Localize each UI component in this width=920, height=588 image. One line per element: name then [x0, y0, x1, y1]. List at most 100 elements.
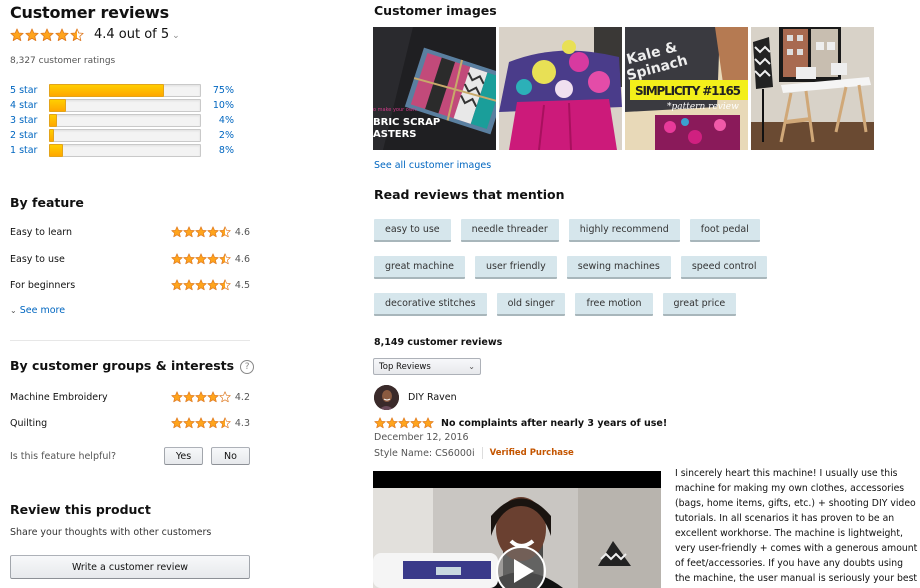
reviewer-name[interactable]: DIY Raven — [408, 392, 457, 403]
mention-chip[interactable]: foot pedal — [689, 219, 760, 242]
see-all-images-link[interactable]: See all customer images — [374, 160, 491, 171]
histogram-percent[interactable]: 75% — [201, 85, 234, 96]
histogram-percent[interactable]: 2% — [201, 130, 234, 141]
feature-helpful-prompt: Is this feature helpful? Yes No — [10, 447, 250, 465]
star-icon — [398, 417, 410, 429]
mention-chip[interactable]: easy to use — [374, 219, 451, 242]
write-review-button[interactable]: Write a customer review — [10, 555, 250, 579]
star-icon — [207, 226, 219, 238]
mention-chip[interactable]: user friendly — [474, 256, 557, 279]
mention-chip[interactable]: great price — [662, 293, 737, 316]
rating-out-of-text: 4.4 out of 5 — [94, 27, 170, 42]
group-row: Machine Embroidery 4.2 — [10, 391, 250, 403]
star-icon — [171, 253, 183, 265]
fabric-coasters-photo: o make your own: BRIC SCRAP ASTERS — [373, 27, 496, 150]
histogram-percent[interactable]: 10% — [201, 100, 234, 111]
histogram-row[interactable]: 4 star 10% — [10, 98, 250, 113]
star-icon — [207, 253, 219, 265]
customer-image[interactable]: o make your own: BRIC SCRAP ASTERS — [373, 27, 496, 150]
star-icon — [386, 417, 398, 429]
review-header: No complaints after nearly 3 years of us… — [374, 417, 667, 429]
svg-text:*pattern review: *pattern review — [667, 102, 739, 112]
star-icon — [195, 279, 207, 291]
mention-chip[interactable]: speed control — [680, 256, 768, 279]
histogram-row[interactable]: 3 star 4% — [10, 113, 250, 128]
mention-chip[interactable]: highly recommend — [568, 219, 680, 242]
star-icon — [25, 27, 39, 41]
star-icon — [171, 417, 183, 429]
feature-row: Easy to use 4.6 — [10, 253, 250, 265]
mention-chip[interactable]: old singer — [496, 293, 566, 316]
chip-row: decorative stitches old singer free moti… — [374, 293, 794, 316]
histogram-star-link[interactable]: 4 star — [10, 100, 49, 111]
histogram-bar[interactable] — [49, 99, 201, 112]
histogram-percent[interactable]: 8% — [201, 145, 234, 156]
star-icon — [207, 417, 219, 429]
star-icon — [219, 279, 231, 291]
customer-reviews-heading: Customer reviews — [10, 3, 169, 22]
svg-text:BRIC SCRAP: BRIC SCRAP — [373, 117, 440, 128]
histogram-bar[interactable] — [49, 114, 201, 127]
customer-image[interactable] — [751, 27, 874, 150]
chip-row: great machine user friendly sewing machi… — [374, 256, 794, 279]
mention-chip[interactable]: great machine — [374, 256, 465, 279]
group-rating: 4.2 — [234, 391, 250, 403]
share-thoughts-text: Share your thoughts with other customers — [10, 527, 212, 538]
group-label: Machine Embroidery — [10, 391, 108, 403]
histogram-star-link[interactable]: 1 star — [10, 145, 49, 156]
histogram-star-link[interactable]: 3 star — [10, 115, 49, 126]
feature-row: For beginners 4.5 — [10, 279, 250, 291]
groups-heading-text: By customer groups & interests — [10, 358, 235, 373]
star-icon — [207, 279, 219, 291]
feature-stars — [171, 253, 231, 265]
chevron-down-icon: ⌄ — [468, 362, 475, 371]
star-icon — [195, 391, 207, 403]
feature-stars — [171, 279, 231, 291]
feature-rating: 4.5 — [234, 279, 250, 291]
yes-button[interactable]: Yes — [164, 447, 203, 465]
feature-rating: 4.6 — [234, 253, 250, 265]
review-stars — [374, 417, 434, 429]
customer-images-heading: Customer images — [374, 3, 497, 18]
ratings-count: 8,327 customer ratings — [10, 56, 116, 66]
mention-chip[interactable]: free motion — [575, 293, 653, 316]
mention-chip[interactable]: needle threader — [460, 219, 559, 242]
histogram-bar[interactable] — [49, 129, 201, 142]
see-more-link[interactable]: ⌄ See more — [10, 305, 65, 316]
histogram-percent[interactable]: 4% — [201, 115, 234, 126]
histogram-bar[interactable] — [49, 144, 201, 157]
histogram-star-link[interactable]: 5 star — [10, 85, 49, 96]
review-body: I sincerely heart this machine! I usuall… — [675, 468, 918, 584]
star-icon — [171, 279, 183, 291]
star-icon — [219, 391, 231, 403]
group-stars — [171, 417, 231, 429]
customer-image[interactable] — [499, 27, 622, 150]
histogram-bar[interactable] — [49, 84, 201, 97]
chevron-down-icon[interactable]: ⌄ — [172, 31, 180, 41]
svg-text:ASTERS: ASTERS — [373, 129, 417, 140]
histogram-fill — [49, 84, 164, 97]
star-icon — [219, 417, 231, 429]
star-icon — [195, 226, 207, 238]
mention-chip[interactable]: decorative stitches — [374, 293, 487, 316]
histogram-row[interactable]: 1 star 8% — [10, 143, 250, 158]
review-title[interactable]: No complaints after nearly 3 years of us… — [441, 418, 667, 429]
customer-image[interactable]: Kale & Spinach SIMPLICITY #1165 *pattern… — [625, 27, 748, 150]
help-question-icon[interactable]: ? — [240, 360, 255, 374]
feature-row: Easy to learn 4.6 — [10, 226, 250, 238]
customer-reviews-count: 8,149 customer reviews — [374, 337, 503, 348]
mention-chip[interactable]: sewing machines — [566, 256, 671, 279]
review-style-name: Style Name: CS6000i — [374, 447, 475, 459]
sort-reviews-dropdown[interactable]: Top Reviews ⌄ — [373, 358, 481, 375]
no-button[interactable]: No — [211, 447, 250, 465]
reviewer-profile[interactable]: DIY Raven — [374, 385, 457, 410]
feature-label: For beginners — [10, 279, 76, 291]
review-video[interactable] — [373, 471, 661, 588]
histogram-row[interactable]: 5 star 75% — [10, 83, 250, 98]
histogram-row[interactable]: 2 star 2% — [10, 128, 250, 143]
star-icon — [183, 279, 195, 291]
star-icon — [40, 27, 54, 41]
histogram-star-link[interactable]: 2 star — [10, 130, 49, 141]
svg-text:SIMPLICITY #1165: SIMPLICITY #1165 — [635, 84, 741, 98]
overall-rating[interactable]: 4.4 out of 5 ⌄ — [10, 27, 180, 42]
